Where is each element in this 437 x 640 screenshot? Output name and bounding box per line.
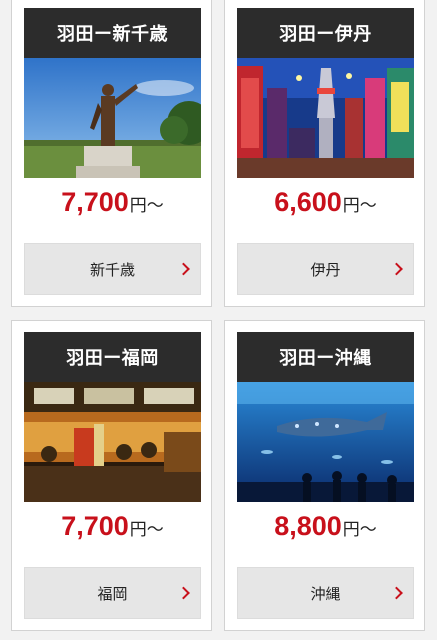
chevron-right-icon xyxy=(177,586,190,600)
chevron-right-icon xyxy=(177,262,190,276)
route-card-itami[interactable]: 羽田ー伊丹 6,600 円〜 伊丹 xyxy=(224,0,425,307)
route-card-grid: 羽田ー新千歳 7,700 円〜 新千歳 羽田ー伊丹 6,600 円〜 伊丹 羽田… xyxy=(0,0,437,640)
price: 6,600 円〜 xyxy=(225,187,426,231)
chevron-right-icon xyxy=(390,586,403,600)
price-amount: 6,600 xyxy=(274,187,342,217)
route-title: 羽田ー伊丹 xyxy=(237,8,414,58)
price: 7,700 円〜 xyxy=(12,511,213,555)
route-title: 羽田ー沖縄 xyxy=(237,332,414,382)
destination-button-itami[interactable]: 伊丹 xyxy=(237,243,414,295)
price-unit: 円〜 xyxy=(129,196,164,216)
route-title: 羽田ー新千歳 xyxy=(24,8,201,58)
route-card-fukuoka[interactable]: 羽田ー福岡 7,700 円〜 福岡 xyxy=(11,320,212,631)
destination-label: 沖縄 xyxy=(310,584,341,603)
price: 8,800 円〜 xyxy=(225,511,426,555)
price-amount: 8,800 xyxy=(274,511,342,541)
osaka-tsutenkaku-photo[interactable] xyxy=(237,58,414,178)
destination-button-okinawa[interactable]: 沖縄 xyxy=(237,567,414,619)
tsutenkaku-image xyxy=(237,58,414,178)
route-card-shin-chitose[interactable]: 羽田ー新千歳 7,700 円〜 新千歳 xyxy=(11,0,212,307)
route-card-okinawa[interactable]: 羽田ー沖縄 8,800 円〜 沖縄 xyxy=(224,320,425,631)
destination-label: 伊丹 xyxy=(310,260,341,279)
statue-image xyxy=(24,58,201,178)
price-unit: 円〜 xyxy=(342,520,377,540)
chevron-right-icon xyxy=(390,262,403,276)
destination-button-shin-chitose[interactable]: 新千歳 xyxy=(24,243,201,295)
yatai-image xyxy=(24,382,201,502)
price-unit: 円〜 xyxy=(129,520,164,540)
okinawa-aquarium-photo[interactable] xyxy=(237,382,414,502)
price-amount: 7,700 xyxy=(61,187,129,217)
aquarium-image xyxy=(237,382,414,502)
destination-label: 福岡 xyxy=(97,584,128,603)
route-title: 羽田ー福岡 xyxy=(24,332,201,382)
destination-button-fukuoka[interactable]: 福岡 xyxy=(24,567,201,619)
fukuoka-yatai-photo[interactable] xyxy=(24,382,201,502)
price: 7,700 円〜 xyxy=(12,187,213,231)
sapporo-clark-statue-photo[interactable] xyxy=(24,58,201,178)
price-unit: 円〜 xyxy=(342,196,377,216)
destination-label: 新千歳 xyxy=(89,260,135,279)
price-amount: 7,700 xyxy=(61,511,129,541)
